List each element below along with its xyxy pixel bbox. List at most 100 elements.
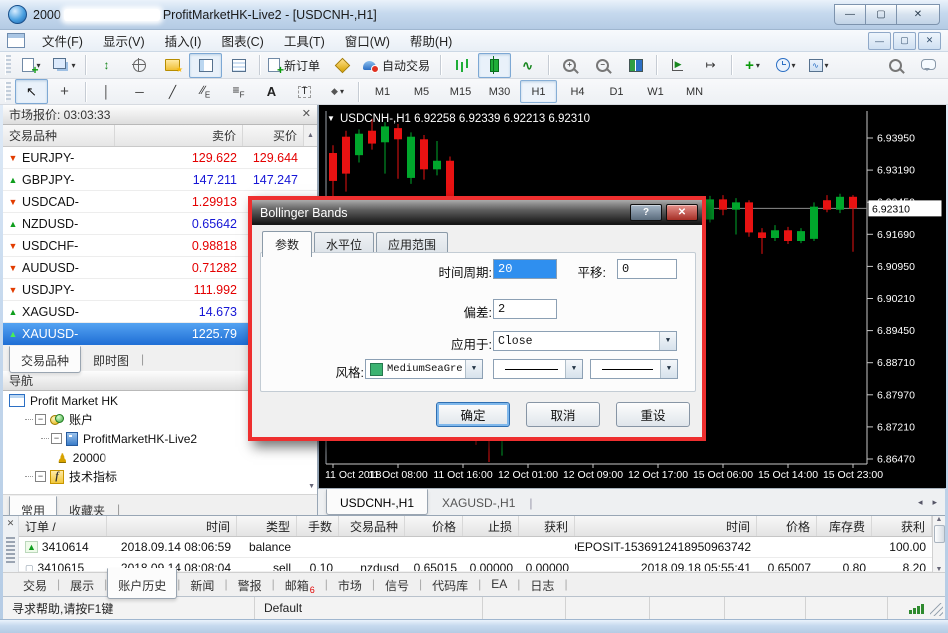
resize-grip[interactable] (930, 603, 943, 616)
market-watch-tab-交易品种[interactable]: 交易品种 (9, 346, 81, 373)
profiles-button[interactable]: ▾ (48, 53, 81, 78)
timeframe-D1[interactable]: D1 (598, 80, 635, 103)
terminal-tab-市场[interactable]: 市场 (328, 573, 372, 598)
new-chart-button[interactable]: ▾ (15, 53, 48, 78)
zoom-in-button[interactable]: + (553, 53, 586, 78)
shift-input[interactable]: 0 (617, 259, 677, 279)
vertical-line-button[interactable]: │ (90, 79, 123, 104)
menu-图表(C)[interactable]: 图表(C) (211, 29, 273, 52)
chevron-down-icon[interactable]: ▼ (465, 360, 482, 378)
text-button[interactable]: A (255, 79, 288, 104)
menu-帮助(H)[interactable]: 帮助(H) (400, 29, 462, 52)
toolbar-grip[interactable] (5, 82, 11, 102)
menu-窗口(W)[interactable]: 窗口(W) (335, 29, 400, 52)
templates-button[interactable]: ∿▾ (802, 53, 835, 78)
dialog-help-button[interactable]: ? (630, 204, 662, 221)
indicators-list-button[interactable]: +▾ (736, 53, 769, 78)
chevron-down-icon[interactable]: ▼ (660, 360, 677, 378)
tab-scroll-left-icon[interactable]: ◂ (918, 497, 923, 508)
periods-button[interactable]: ▾ (769, 53, 802, 78)
tree-expander-icon[interactable]: − (35, 414, 46, 425)
timeframe-M5[interactable]: M5 (403, 80, 440, 103)
shapes-button[interactable]: ◆▾ (321, 79, 354, 104)
cursor-target-button[interactable] (123, 53, 156, 78)
terminal-col-0[interactable]: 订单 / (19, 516, 107, 536)
terminal-row-3410614[interactable]: ▲34106142018.09.14 08:06:59balanceDEPOSI… (19, 537, 932, 558)
timeframe-H1[interactable]: H1 (520, 80, 557, 103)
scroll-up-icon[interactable]: ▲ (936, 516, 943, 523)
terminal-col-6[interactable]: 止损 (463, 516, 519, 536)
terminal-tab-代码库[interactable]: 代码库 (422, 573, 478, 598)
tree-expander-icon[interactable]: − (35, 471, 46, 482)
col-symbol[interactable]: 交易品种 (3, 125, 115, 146)
dialog-close-button[interactable]: ✕ (666, 204, 698, 221)
terminal-col-11[interactable]: 获利 (872, 516, 932, 536)
terminal-col-2[interactable]: 类型 (237, 516, 297, 536)
chevron-down-icon[interactable]: ▼ (659, 332, 676, 350)
chevron-down-icon[interactable]: ▼ (565, 360, 582, 378)
market-watch-close-icon[interactable]: ✕ (302, 109, 311, 120)
scrollbar-thumb[interactable] (934, 525, 945, 543)
menu-文件(F)[interactable]: 文件(F) (32, 29, 93, 52)
close-button[interactable]: ✕ (896, 4, 940, 25)
tick-chart-button[interactable]: ↕ (90, 53, 123, 78)
timeframe-MN[interactable]: MN (676, 80, 713, 103)
terminal-col-7[interactable]: 获利 (519, 516, 575, 536)
zoom-out-button[interactable]: − (586, 53, 619, 78)
line-style-select[interactable]: ▼ (493, 359, 583, 379)
style-color-select[interactable]: MediumSeaGre ▼ (365, 359, 483, 379)
timeframe-W1[interactable]: W1 (637, 80, 674, 103)
chart-tab-USDCNH-,H1[interactable]: USDCNH-,H1 (326, 489, 428, 515)
tab-scroll-right-icon[interactable]: ▸ (932, 497, 937, 508)
period-input[interactable]: 20 (493, 259, 557, 279)
menu-显示(V)[interactable]: 显示(V) (93, 29, 155, 52)
chat-button[interactable] (912, 53, 945, 78)
timeframe-H4[interactable]: H4 (559, 80, 596, 103)
terminal-col-3[interactable]: 手数 (297, 516, 339, 536)
terminal-scrollbar[interactable]: ▲ ▼ (932, 516, 945, 573)
reset-button[interactable]: 重设 (616, 402, 690, 427)
scroll-down-icon[interactable]: ▼ (308, 483, 315, 490)
timeframe-M1[interactable]: M1 (364, 80, 401, 103)
menu-工具(T)[interactable]: 工具(T) (274, 29, 335, 52)
data-window-button[interactable] (222, 53, 255, 78)
market-watch-row-gbpjpy[interactable]: ▲GBPJPY-147.211147.247 (3, 169, 317, 191)
deviation-input[interactable]: 2 (493, 299, 557, 319)
tree-item-20000[interactable]: ♟20000 (3, 448, 317, 467)
terminal-tab-展示[interactable]: 展示 (60, 573, 104, 598)
mdi-restore-button[interactable]: ▢ (893, 32, 916, 50)
mdi-minimize-button[interactable]: — (868, 32, 891, 50)
terminal-col-5[interactable]: 价格 (405, 516, 463, 536)
favorites-button[interactable] (156, 53, 189, 78)
terminal-tab-新闻[interactable]: 新闻 (180, 573, 224, 598)
apply-to-select[interactable]: Close ▼ (493, 331, 677, 351)
crosshair-button[interactable]: + (48, 79, 81, 104)
restore-button[interactable]: ▢ (865, 4, 897, 25)
market-watch-toggle-button[interactable] (189, 53, 222, 78)
equidistant-channel-button[interactable]: ∕∕E (189, 79, 222, 104)
terminal-tab-信号[interactable]: 信号 (375, 573, 419, 598)
market-watch-tab-即时图[interactable]: 即时图 (81, 348, 141, 373)
chart-window-icon[interactable] (7, 33, 25, 48)
tile-windows-button[interactable] (619, 53, 652, 78)
timeframe-M30[interactable]: M30 (481, 80, 518, 103)
terminal-col-8[interactable]: 时间 (575, 516, 757, 536)
horizontal-line-button[interactable]: ─ (123, 79, 156, 104)
terminal-col-9[interactable]: 价格 (757, 516, 817, 536)
terminal-tab-EA[interactable]: EA (481, 573, 517, 595)
terminal-tab-交易[interactable]: 交易 (13, 573, 57, 598)
toolbar-grip[interactable] (5, 55, 11, 75)
scroll-up-icon[interactable]: ▲ (304, 125, 317, 146)
dialog-tab-参数[interactable]: 参数 (262, 231, 312, 257)
panel-grip[interactable] (6, 537, 15, 563)
new-order-button[interactable]: 新订单 (264, 53, 326, 78)
timeframe-M15[interactable]: M15 (442, 80, 479, 103)
dialog-titlebar[interactable]: Bollinger Bands ? ✕ (252, 200, 702, 226)
trendline-button[interactable]: ╱ (156, 79, 189, 104)
menu-插入(I)[interactable]: 插入(I) (155, 29, 212, 52)
ok-button[interactable]: 确定 (436, 402, 510, 427)
terminal-col-10[interactable]: 库存费 (817, 516, 872, 536)
bar-chart-type-button[interactable] (445, 53, 478, 78)
candle-chart-type-button[interactable] (478, 53, 511, 78)
tree-expander-icon[interactable]: − (51, 433, 62, 444)
